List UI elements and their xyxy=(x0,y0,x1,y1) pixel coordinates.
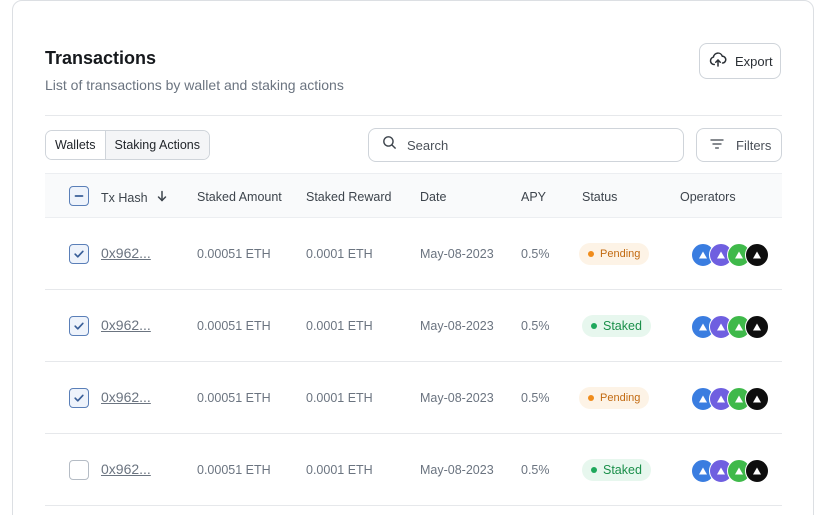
triangle-icon xyxy=(735,251,743,259)
operator-avatar[interactable] xyxy=(745,315,769,339)
check-icon xyxy=(74,322,84,330)
transactions-card: Transactions List of transactions by wal… xyxy=(12,0,814,515)
status-label: Pending xyxy=(600,392,641,404)
column-staked-reward: Staked Reward xyxy=(306,190,392,204)
check-icon xyxy=(74,394,84,402)
apy: 0.5% xyxy=(521,391,550,405)
triangle-icon xyxy=(735,467,743,475)
triangle-icon xyxy=(735,395,743,403)
triangle-icon xyxy=(717,395,725,403)
operators-avatar-group xyxy=(691,459,781,483)
row-checkbox[interactable] xyxy=(69,244,89,264)
date: May-08-2023 xyxy=(420,319,494,333)
apy: 0.5% xyxy=(521,247,550,261)
status-label: Pending xyxy=(600,248,641,260)
tx-hash-link[interactable]: 0x962... xyxy=(101,389,151,405)
search-input[interactable] xyxy=(407,137,647,153)
operator-avatar[interactable] xyxy=(745,459,769,483)
staked-reward: 0.0001 ETH xyxy=(306,391,373,405)
arrow-down-icon xyxy=(156,190,168,205)
filter-lines-icon xyxy=(709,136,725,155)
apy: 0.5% xyxy=(521,319,550,333)
view-segmented-control: Wallets Staking Actions xyxy=(45,130,210,160)
staked-amount: 0.00051 ETH xyxy=(197,463,271,477)
tx-hash-link[interactable]: 0x962... xyxy=(101,245,151,261)
triangle-icon xyxy=(717,323,725,331)
column-date: Date xyxy=(420,190,447,204)
column-staked-amount: Staked Amount xyxy=(197,190,282,204)
cloud-upload-icon xyxy=(709,51,727,72)
triangle-icon xyxy=(753,323,761,331)
status-label: Staked xyxy=(603,463,642,477)
row-checkbox[interactable] xyxy=(69,460,89,480)
triangle-icon xyxy=(753,251,761,259)
status-badge: Pending xyxy=(579,387,650,409)
table-row[interactable]: 0x962... 0.00051 ETH 0.0001 ETH May-08-2023… xyxy=(45,290,782,362)
status-dot xyxy=(588,251,594,257)
column-tx-hash[interactable]: Tx Hash xyxy=(101,190,168,205)
column-operators: Operators xyxy=(680,190,736,204)
row-checkbox[interactable] xyxy=(69,316,89,336)
search-box xyxy=(368,128,684,162)
staked-reward: 0.0001 ETH xyxy=(306,247,373,261)
search-icon xyxy=(381,134,398,156)
table-row[interactable]: 0x962... 0.00051 ETH 0.0001 ETH May-08-2023… xyxy=(45,362,782,434)
column-status: Status xyxy=(582,190,618,204)
segment-staking-actions[interactable]: Staking Actions xyxy=(104,131,209,159)
triangle-icon xyxy=(735,323,743,331)
status-badge: Staked xyxy=(582,315,651,337)
filters-label: Filters xyxy=(736,137,772,153)
row-checkbox[interactable] xyxy=(69,388,89,408)
page-title: Transactions xyxy=(45,48,157,68)
operator-avatar[interactable] xyxy=(745,387,769,411)
date: May-08-2023 xyxy=(420,247,494,261)
operator-avatar[interactable] xyxy=(745,243,769,267)
triangle-icon xyxy=(699,467,707,475)
minus-icon xyxy=(74,195,84,197)
tx-hash-link[interactable]: 0x962... xyxy=(101,317,151,333)
header-divider xyxy=(45,115,782,116)
table-row[interactable]: 0x962... 0.00051 ETH 0.0001 ETH May-08-2023… xyxy=(45,434,782,506)
staked-amount: 0.00051 ETH xyxy=(197,391,271,405)
table-header: Tx Hash Staked Amount Staked Reward Date… xyxy=(45,173,782,218)
select-all-checkbox[interactable] xyxy=(69,186,89,206)
segment-wallets[interactable]: Wallets xyxy=(46,131,105,159)
triangle-icon xyxy=(717,467,725,475)
staked-amount: 0.00051 ETH xyxy=(197,247,271,261)
export-button[interactable]: Export xyxy=(699,43,781,79)
status-label: Staked xyxy=(603,319,642,333)
operators-avatar-group xyxy=(691,387,781,411)
triangle-icon xyxy=(699,251,707,259)
operators-avatar-group xyxy=(691,315,781,339)
table-row[interactable]: 0x962... 0.00051 ETH 0.0001 ETH May-08-2023… xyxy=(45,218,782,290)
filters-button[interactable]: Filters xyxy=(696,128,782,162)
tx-hash-link[interactable]: 0x962... xyxy=(101,461,151,477)
apy: 0.5% xyxy=(521,463,550,477)
status-dot xyxy=(588,395,594,401)
status-badge: Pending xyxy=(579,243,650,265)
staked-amount: 0.00051 ETH xyxy=(197,319,271,333)
column-apy: APY xyxy=(521,190,547,204)
date: May-08-2023 xyxy=(420,463,494,477)
staked-reward: 0.0001 ETH xyxy=(306,319,373,333)
column-tx-hash-label: Tx Hash xyxy=(101,190,148,205)
triangle-icon xyxy=(699,395,707,403)
triangle-icon xyxy=(717,251,725,259)
status-dot xyxy=(591,467,597,473)
page-subtitle: List of transactions by wallet and staki… xyxy=(45,77,344,93)
triangle-icon xyxy=(699,323,707,331)
operators-avatar-group xyxy=(691,243,781,267)
triangle-icon xyxy=(753,395,761,403)
status-badge: Staked xyxy=(582,459,651,481)
export-label: Export xyxy=(735,53,773,69)
date: May-08-2023 xyxy=(420,391,494,405)
staked-reward: 0.0001 ETH xyxy=(306,463,373,477)
status-dot xyxy=(591,323,597,329)
check-icon xyxy=(74,250,84,258)
triangle-icon xyxy=(753,467,761,475)
